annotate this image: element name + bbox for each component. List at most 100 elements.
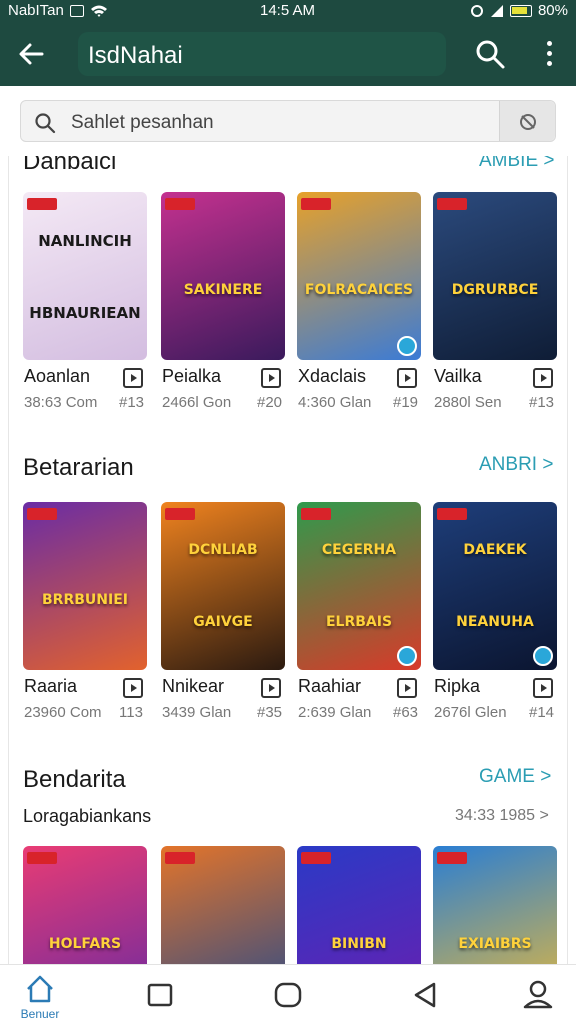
signal-icon (490, 4, 503, 17)
back-button[interactable] (14, 36, 50, 72)
section-title: Betararian (23, 454, 134, 481)
clock: 14:5 AM (260, 2, 316, 19)
search-bar-container: Sahlet pesanhan (0, 86, 576, 156)
download-badge-icon (533, 646, 553, 666)
game-title[interactable]: Aoanlan (24, 366, 90, 387)
sync-icon (470, 4, 483, 17)
new-badge (301, 198, 331, 210)
download-badge-icon (397, 336, 417, 356)
search-icon (476, 40, 505, 69)
game-size: 4:360 Glan (298, 394, 372, 411)
game-art-title: BINIBN (331, 936, 387, 952)
game-size: 3439 Glan (162, 704, 232, 721)
see-all-link[interactable]: ANBRI > (479, 454, 553, 476)
search-input[interactable]: Sahlet pesanhan (20, 100, 556, 142)
wifi-icon (90, 5, 107, 17)
game-title[interactable]: Ripka (434, 676, 480, 697)
app-bar: IsdNahai (0, 22, 576, 86)
new-badge (27, 198, 57, 210)
play-button[interactable] (397, 678, 417, 698)
new-badge (437, 852, 467, 864)
nav-recents[interactable] (130, 965, 190, 1024)
game-rank: 113 (119, 704, 143, 721)
game-tile[interactable]: EXIAIBRS (433, 846, 557, 964)
game-size: 2:639 Glan (298, 704, 372, 721)
battery-icon (509, 4, 532, 17)
new-badge (27, 508, 57, 520)
play-button[interactable] (123, 368, 143, 388)
game-title[interactable]: Xdaclais (298, 366, 366, 387)
sim-icon (69, 4, 84, 17)
download-badge-icon (397, 646, 417, 666)
play-button[interactable] (533, 678, 553, 698)
voice-search-button[interactable] (499, 101, 555, 141)
triangle-back-icon (414, 982, 436, 1008)
game-tile[interactable]: DCNLIAB GAIVGE (161, 502, 285, 670)
game-title[interactable]: Raahiar (298, 676, 361, 697)
nav-home-button[interactable] (258, 965, 318, 1024)
battery-level: 80% (537, 2, 568, 19)
search-button[interactable] (472, 36, 508, 72)
game-tile[interactable]: BRRBUNIEI (23, 502, 147, 670)
play-button[interactable] (533, 368, 553, 388)
see-all-link[interactable]: AMBIE > (479, 156, 555, 172)
new-badge (165, 852, 195, 864)
game-art-title: HOLFARS (48, 936, 122, 952)
game-title[interactable]: Nnikear (162, 676, 224, 697)
game-tile[interactable]: DGRURBCE (433, 192, 557, 360)
game-tile[interactable]: HOLFARS (23, 846, 147, 964)
play-button[interactable] (123, 678, 143, 698)
game-art-title: NANLINCIH (38, 232, 132, 250)
section-subtitle: Loragabiankans (23, 806, 152, 826)
game-size: 2880l Sen (434, 394, 502, 411)
game-title[interactable]: Vailka (434, 366, 482, 387)
bottom-navigation: Benuer (0, 964, 576, 1024)
game-art-title: GAIVGE (193, 614, 253, 630)
game-art-title: CEGERHA (321, 542, 397, 558)
carrier-label: NabITan (8, 2, 64, 19)
nav-profile[interactable] (508, 965, 568, 1024)
scan-icon (520, 114, 536, 130)
game-art-title: HBNAURIEAN (29, 304, 141, 322)
play-button[interactable] (261, 368, 281, 388)
new-badge (165, 198, 195, 210)
game-art-title: ELRBAIS (325, 614, 393, 630)
game-art-title: EXIAIBRS (458, 936, 532, 952)
game-title[interactable]: Peialka (162, 366, 221, 387)
game-art-title: FOLRACAICES (304, 282, 414, 298)
search-placeholder: Sahlet pesanhan (71, 112, 214, 133)
game-title[interactable]: Raaria (24, 676, 77, 697)
game-rank: #19 (393, 394, 419, 411)
see-all-link[interactable]: GAME > (479, 766, 551, 788)
game-rank: #20 (257, 394, 283, 411)
game-art-title: SAKINERE (183, 282, 263, 298)
search-icon (35, 113, 56, 134)
nav-home-label: Benuer (20, 1007, 60, 1021)
circle-icon (274, 982, 302, 1008)
game-size: 2466l Gon (162, 394, 232, 411)
square-icon (147, 983, 173, 1007)
new-badge (437, 198, 467, 210)
game-tile[interactable] (161, 846, 285, 964)
section-meta[interactable]: 34:33 1985 > (455, 807, 549, 825)
game-tile[interactable]: NANLINCIH HBNAURIEAN (23, 192, 147, 360)
more-vertical-icon (547, 41, 552, 46)
new-badge (301, 508, 331, 520)
game-tile[interactable]: SAKINERE (161, 192, 285, 360)
play-button[interactable] (261, 678, 281, 698)
play-button[interactable] (397, 368, 417, 388)
game-tile[interactable]: DAEKEK NEANUHA (433, 502, 557, 670)
nav-home[interactable]: Benuer (10, 965, 70, 1024)
game-art-title: NEANUHA (456, 614, 534, 630)
new-badge (165, 508, 195, 520)
game-size: 23960 Com (24, 704, 102, 721)
game-tile[interactable]: FOLRACAICES (297, 192, 421, 360)
game-tile[interactable]: CEGERHA ELRBAIS (297, 502, 421, 670)
page-title: IsdNahai (88, 42, 183, 69)
more-menu-button[interactable] (534, 36, 564, 72)
game-rank: #63 (393, 704, 419, 721)
new-badge (437, 508, 467, 520)
title-field[interactable]: IsdNahai (78, 32, 446, 76)
game-tile[interactable]: BINIBN (297, 846, 421, 964)
nav-back-button[interactable] (396, 965, 456, 1024)
